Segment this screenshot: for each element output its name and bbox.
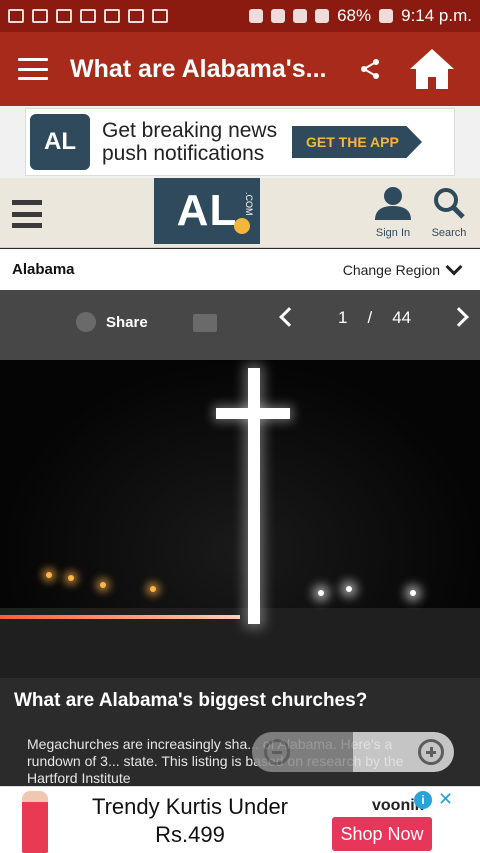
gallery-icon: [32, 9, 48, 23]
promo-card[interactable]: AL Get breaking news push notifications …: [25, 108, 455, 176]
cross-upright: [248, 368, 260, 624]
sign-in-label: Sign In: [375, 227, 411, 239]
slide-counter: 1 / 44: [338, 308, 411, 328]
emoji-icon: [104, 9, 120, 23]
share-icon[interactable]: [358, 57, 382, 81]
bluetooth-icon: [249, 9, 264, 23]
share-arrow-icon: [76, 312, 96, 332]
zoom-out-icon: [264, 739, 290, 765]
alarm-icon: [271, 9, 286, 23]
share-label: Share: [106, 313, 148, 331]
slide-separator: /: [367, 308, 373, 327]
menu-icon[interactable]: [18, 58, 48, 80]
home-icon[interactable]: [408, 47, 456, 91]
change-region-button[interactable]: Change Region: [342, 258, 468, 278]
get-the-app-button[interactable]: GET THE APP: [292, 126, 422, 158]
battery-percent: 68%: [337, 6, 372, 25]
page-title: What are Alabama's...: [70, 54, 327, 83]
battery-icon: [379, 9, 394, 23]
search-label: Search: [431, 227, 467, 239]
search-icon: [434, 188, 465, 219]
adchoices-icon[interactable]: i: [414, 791, 432, 809]
region-bar: Alabama Change Region: [0, 249, 480, 290]
al-com-logo[interactable]: AL .COM: [154, 178, 260, 244]
user-icon: [375, 187, 411, 220]
close-icon[interactable]: ✕: [438, 789, 453, 810]
zoom-in-icon: [418, 739, 444, 765]
caption-title: What are Alabama's biggest churches?: [14, 690, 368, 711]
region-name: Alabama: [12, 261, 75, 278]
android-icon: [152, 9, 168, 23]
clock: 9:14 p.m.: [401, 6, 472, 25]
gallery-photo[interactable]: [0, 360, 480, 678]
status-bar: 68% 9:14 p.m.: [0, 0, 480, 32]
street-light: [68, 575, 74, 581]
comment-icon[interactable]: [193, 314, 217, 332]
search-button[interactable]: Search: [424, 186, 474, 239]
parking-light: [318, 590, 324, 596]
app-bar: What are Alabama's...: [0, 32, 480, 106]
zoom-out-button[interactable]: [252, 732, 353, 772]
gallery-toolbar: Share 1 / 44: [0, 290, 480, 360]
zoom-in-button[interactable]: [353, 732, 454, 772]
notification-icons: [8, 9, 168, 23]
street-light: [100, 582, 106, 588]
chevron-down-icon: [445, 258, 463, 275]
logo-text: AL: [176, 186, 238, 235]
ad-headline: Trendy Kurtis Under Rs.499: [91, 794, 289, 847]
sign-in-button[interactable]: Sign In: [368, 186, 418, 239]
facebook-icon: [8, 9, 24, 23]
site-header: AL .COM Sign In Search: [0, 178, 480, 248]
bottom-ad-banner[interactable]: Trendy Kurtis Under Rs.499 voonik i ✕ Sh…: [0, 786, 480, 853]
previous-slide-icon[interactable]: [279, 307, 299, 327]
parking-light: [410, 590, 416, 596]
street-light: [150, 586, 156, 592]
app-promo-banner[interactable]: AL Get breaking news push notifications …: [0, 106, 480, 178]
logo-suffix: .COM: [244, 192, 254, 216]
site-menu-icon[interactable]: [12, 200, 42, 228]
signal-icon: [315, 9, 330, 23]
logo-dot: [234, 218, 250, 234]
system-icons: 68% 9:14 p.m.: [249, 6, 472, 26]
change-region-label: Change Region: [342, 261, 440, 278]
zoom-control[interactable]: [252, 732, 454, 772]
cross-beam: [216, 408, 290, 419]
mail-icon: [80, 9, 96, 23]
ad-model-image: [22, 791, 48, 853]
youtube-icon: [128, 9, 144, 23]
next-slide-icon[interactable]: [449, 307, 469, 327]
gallery-share-button[interactable]: Share: [76, 312, 148, 332]
current-slide: 1: [338, 308, 348, 327]
total-slides: 44: [392, 308, 412, 327]
street-light: [46, 572, 52, 578]
wifi-icon: [293, 9, 308, 23]
download-icon: [56, 9, 72, 23]
al-badge-logo: AL: [30, 114, 90, 170]
promo-text: Get breaking news push notifications: [102, 119, 278, 165]
shop-now-button[interactable]: Shop Now: [332, 817, 432, 851]
photo-road-lights: [0, 615, 240, 619]
parking-light: [346, 586, 352, 592]
